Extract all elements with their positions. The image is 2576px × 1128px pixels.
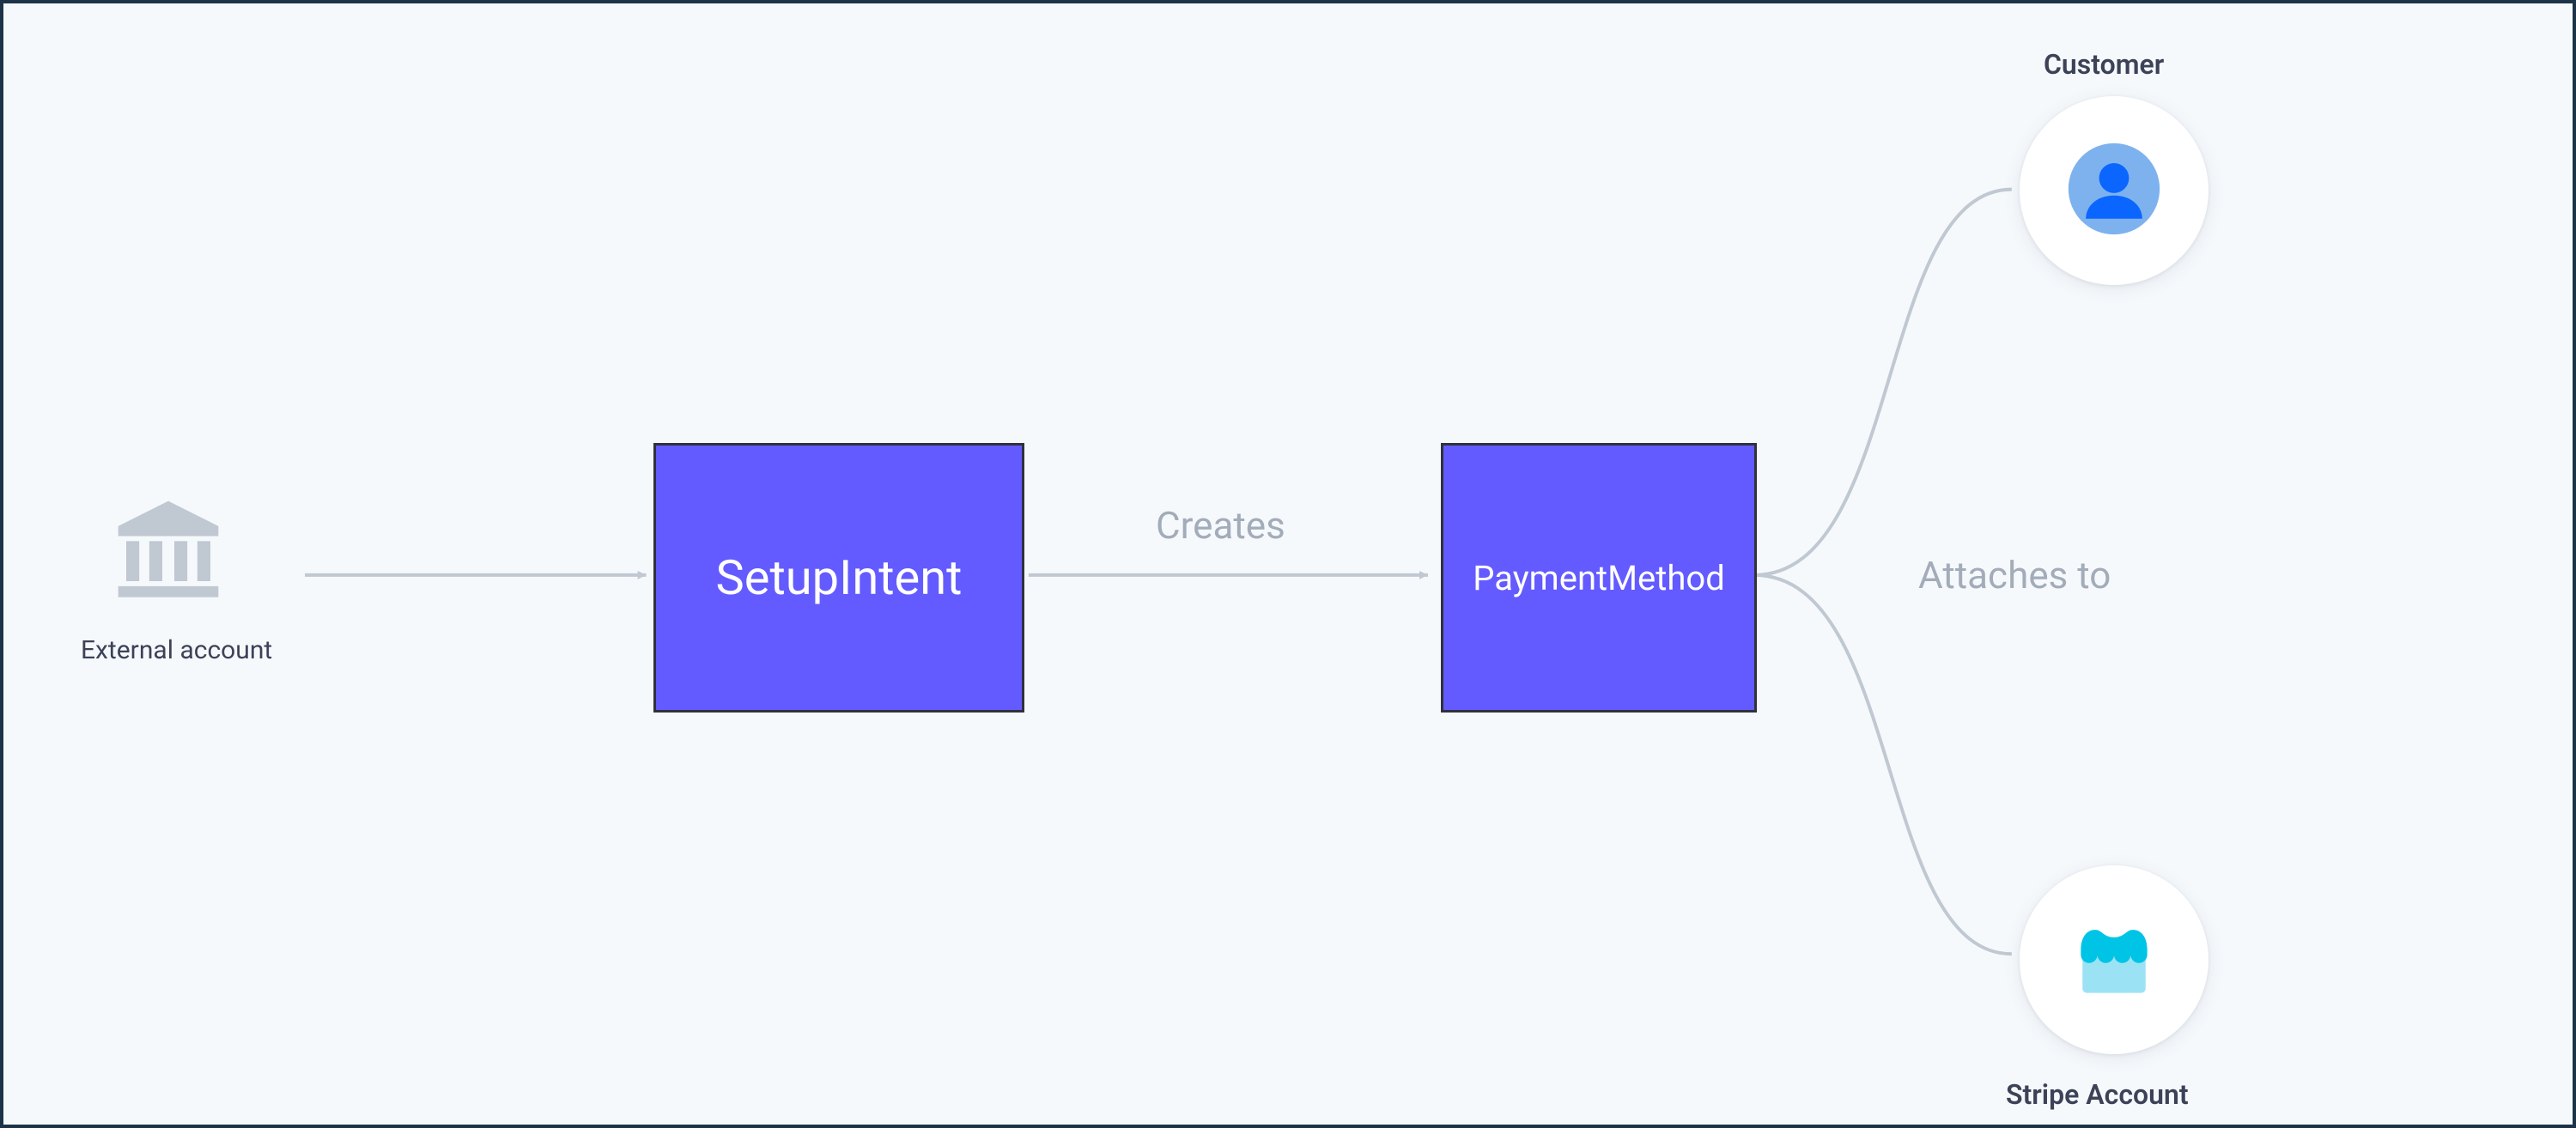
storefront-icon bbox=[2064, 908, 2164, 1011]
setup-intent-label: SetupIntent bbox=[716, 549, 963, 606]
diagram-frame: External account SetupIntent Creates Pay… bbox=[0, 0, 2576, 1128]
customer-label: Customer bbox=[2044, 48, 2164, 81]
payment-method-label: PaymentMethod bbox=[1473, 558, 1725, 598]
node-customer bbox=[2020, 96, 2208, 285]
edge-label-creates: Creates bbox=[1156, 503, 1285, 548]
node-external-account: External account bbox=[81, 491, 321, 665]
node-setup-intent: SetupIntent bbox=[653, 443, 1024, 713]
person-icon bbox=[2064, 139, 2164, 242]
stripe-account-label: Stripe Account bbox=[2006, 1078, 2189, 1111]
edge-paymentmethod-to-customer bbox=[1754, 190, 2012, 575]
edge-label-attaches: Attaches to bbox=[1918, 553, 2111, 597]
diagram-canvas: External account SetupIntent Creates Pay… bbox=[0, 0, 2576, 1128]
external-account-label: External account bbox=[81, 635, 321, 665]
node-stripe-account bbox=[2020, 865, 2208, 1054]
node-payment-method: PaymentMethod bbox=[1441, 443, 1757, 713]
edge-paymentmethod-to-stripeaccount bbox=[1754, 575, 2012, 954]
bank-icon bbox=[108, 491, 228, 611]
